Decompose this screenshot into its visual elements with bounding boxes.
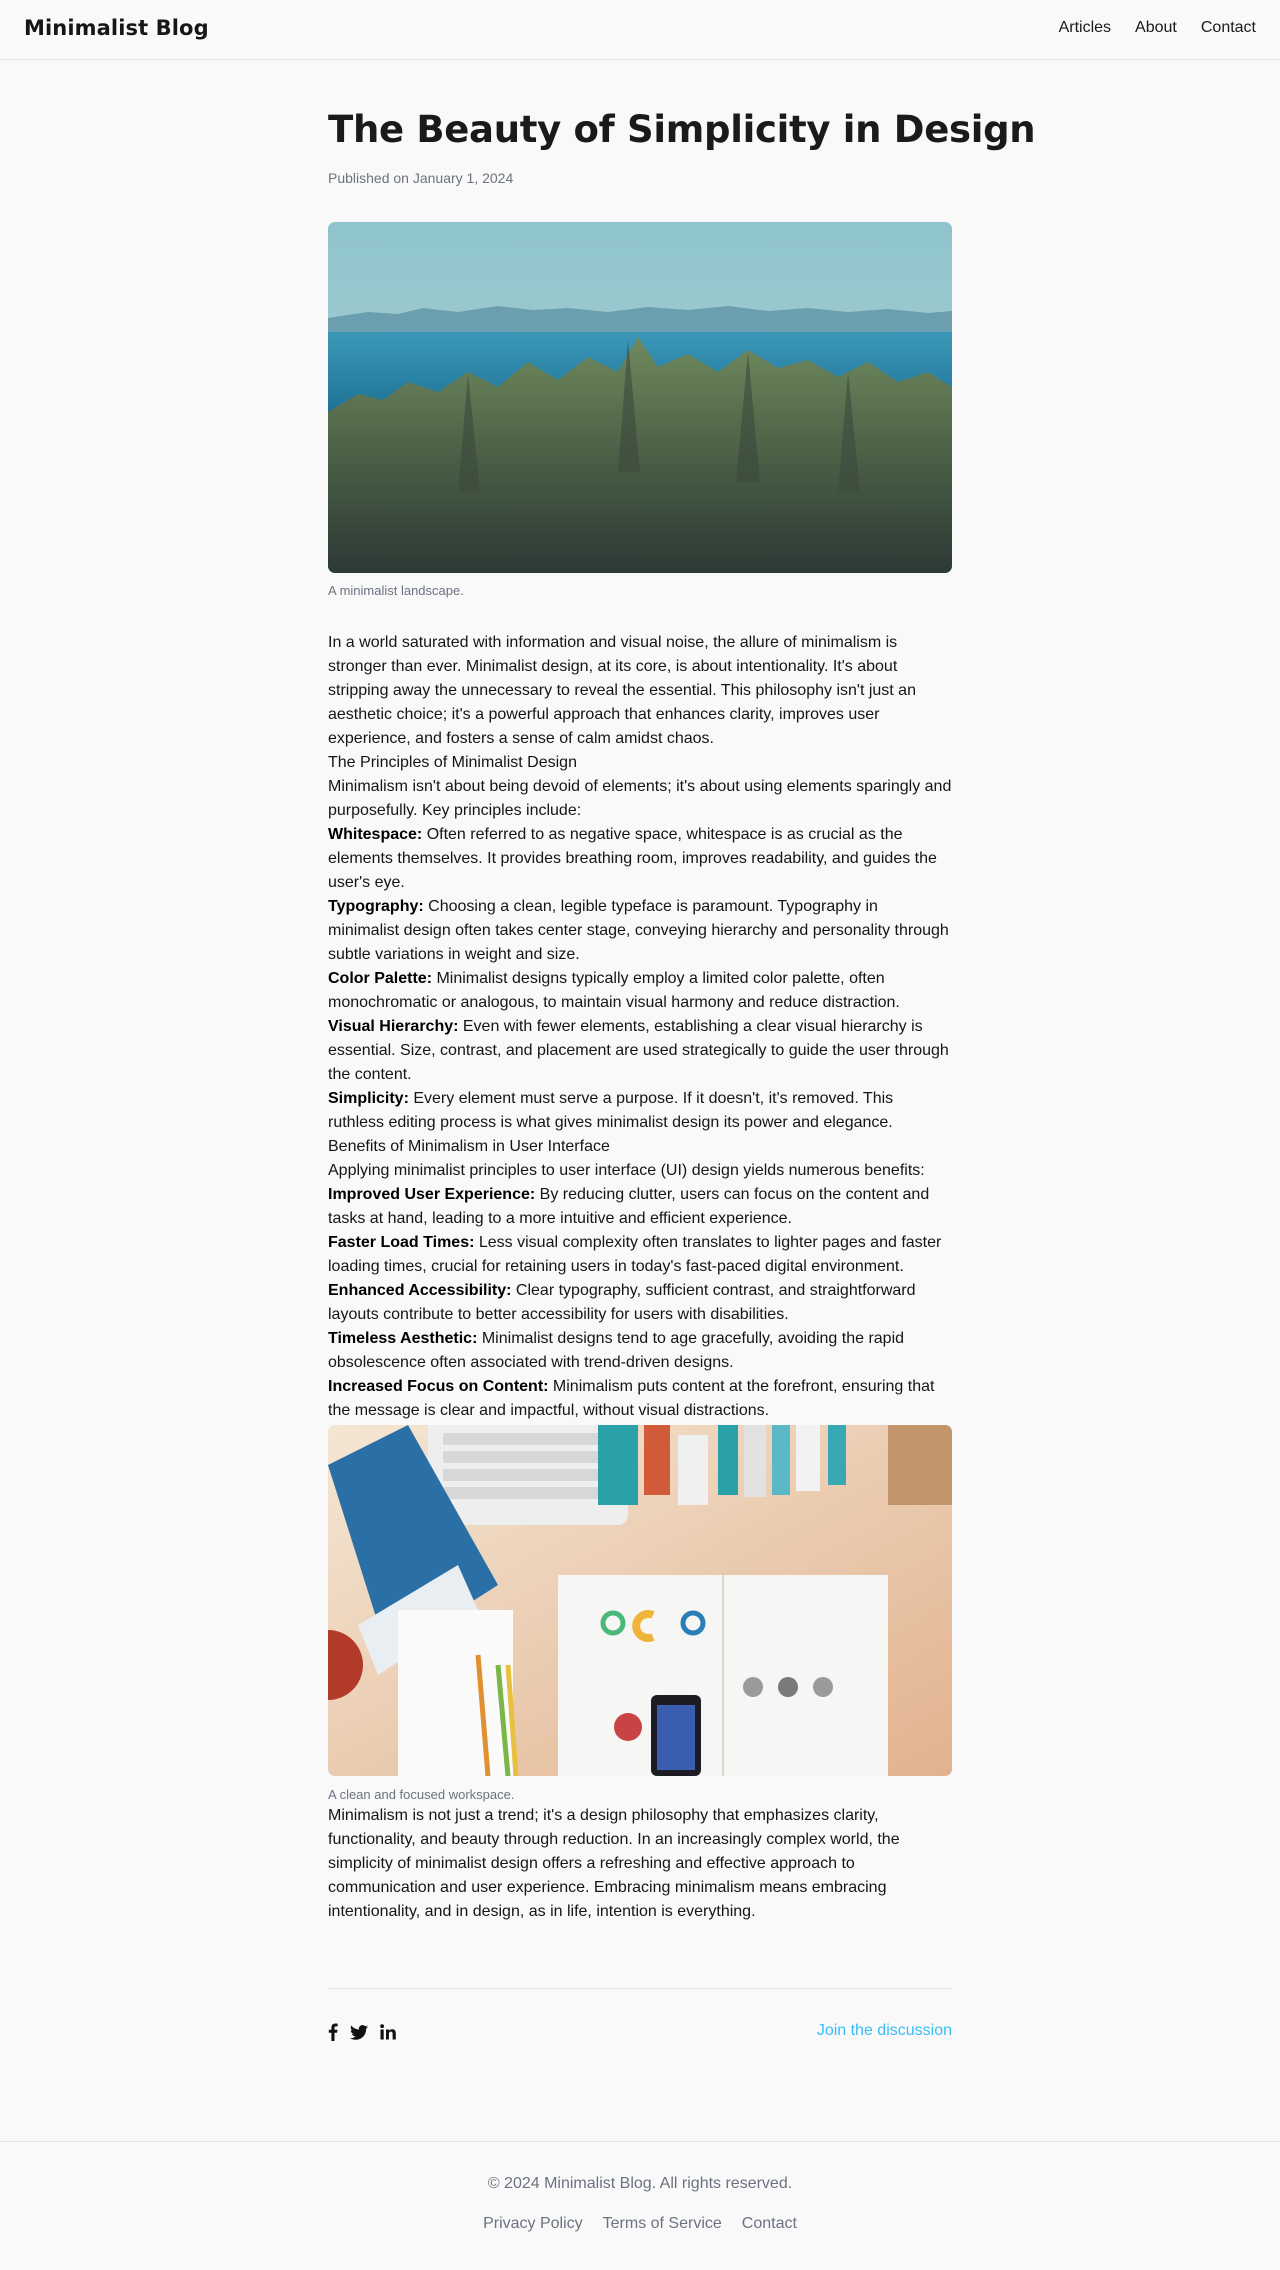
item-term: Increased Focus on Content: [328, 1378, 549, 1395]
item-term: Whitespace: [328, 826, 423, 843]
item-term: Typography: [328, 898, 424, 915]
item-term: Timeless Aesthetic: [328, 1330, 478, 1347]
section-heading: Benefits of Minimalism in User Interface [328, 1138, 610, 1155]
list-item: Improved User Experience: By reducing cl… [328, 1183, 952, 1231]
item-term: Faster Load Times: [328, 1234, 475, 1251]
linkedin-icon[interactable] [380, 2024, 396, 2040]
nav-about[interactable]: About [1135, 19, 1177, 37]
footer-link-terms[interactable]: Terms of Service [603, 2215, 722, 2233]
publish-date: Published on January 1, 2024 [328, 170, 514, 186]
list-item: Visual Hierarchy: Even with fewer elemen… [328, 1015, 952, 1087]
footer-links: Privacy Policy Terms of Service Contact [0, 2215, 1280, 2233]
item-text: Every element must serve a purpose. If i… [328, 1090, 894, 1131]
hero-caption: A minimalist landscape. [328, 583, 464, 598]
workspace-image [328, 1425, 952, 1776]
item-term: Color Palette: [328, 970, 433, 987]
list-item: Enhanced Accessibility: Clear typography… [328, 1279, 952, 1327]
list-item: Timeless Aesthetic: Minimalist designs t… [328, 1327, 952, 1375]
share-links [328, 2023, 396, 2041]
facebook-icon[interactable] [328, 2023, 338, 2041]
workspace-caption: A clean and focused workspace. [328, 1787, 515, 1802]
item-term: Improved User Experience: [328, 1186, 536, 1203]
copyright-text: © 2024 Minimalist Blog. All rights reser… [487, 2175, 793, 2192]
brand-logo[interactable]: Minimalist Blog [24, 16, 209, 40]
nav-articles[interactable]: Articles [1059, 19, 1111, 37]
join-discussion-link[interactable]: Join the discussion [817, 2022, 952, 2040]
section-heading: The Principles of Minimalist Design [328, 754, 577, 771]
site-footer: © 2024 Minimalist Blog. All rights reser… [0, 2141, 1280, 2270]
article-divider [328, 1988, 952, 1989]
article-body: In a world saturated with information an… [328, 631, 952, 1423]
item-term: Enhanced Accessibility: [328, 1282, 512, 1299]
section-lead: Applying minimalist principles to user i… [328, 1162, 925, 1179]
item-term: Simplicity: [328, 1090, 409, 1107]
site-header: Minimalist Blog Articles About Contact [0, 0, 1280, 60]
item-term: Visual Hierarchy: [328, 1018, 459, 1035]
article-title: The Beauty of Simplicity in Design [328, 108, 1036, 151]
footer-link-contact[interactable]: Contact [742, 2215, 797, 2233]
hero-image [328, 222, 952, 573]
list-item: Color Palette: Minimalist designs typica… [328, 967, 952, 1015]
list-item: Increased Focus on Content: Minimalism p… [328, 1375, 952, 1423]
nav-contact[interactable]: Contact [1201, 19, 1256, 37]
list-item: Typography: Choosing a clean, legible ty… [328, 895, 952, 967]
list-item: Whitespace: Often referred to as negativ… [328, 823, 952, 895]
footer-link-privacy[interactable]: Privacy Policy [483, 2215, 583, 2233]
list-item: Simplicity: Every element must serve a p… [328, 1087, 952, 1135]
twitter-icon[interactable] [350, 2024, 368, 2040]
list-item: Faster Load Times: Less visual complexit… [328, 1231, 952, 1279]
top-nav: Articles About Contact [1059, 19, 1256, 37]
closing-paragraph: Minimalism is not just a trend; it's a d… [328, 1807, 900, 1920]
section-lead: Minimalism isn't about being devoid of e… [328, 778, 952, 819]
intro-paragraph: In a world saturated with information an… [328, 634, 916, 747]
